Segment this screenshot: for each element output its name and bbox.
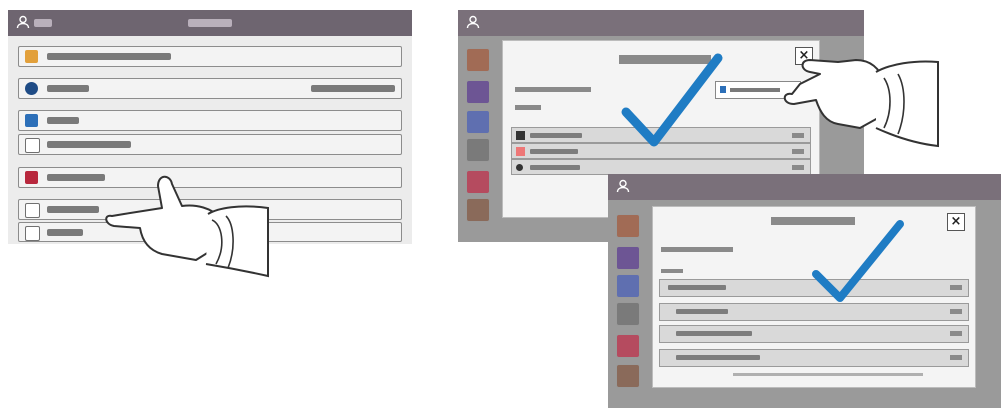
- menu-row[interactable]: [18, 134, 402, 155]
- list-row[interactable]: [659, 325, 969, 343]
- header-bar: [8, 10, 412, 36]
- app-tile[interactable]: [466, 110, 490, 134]
- menu-row[interactable]: [18, 78, 402, 99]
- copy-icon: [25, 138, 40, 153]
- checkmark-icon: [812, 220, 904, 302]
- document-icon: [25, 114, 38, 127]
- app-tile[interactable]: [466, 170, 490, 194]
- color-swatch: [516, 164, 523, 171]
- list-icon: [25, 203, 40, 218]
- app-tile[interactable]: [616, 274, 640, 298]
- app-tile[interactable]: [616, 302, 640, 326]
- pointing-hand-icon: [105, 175, 269, 278]
- user-icon[interactable]: [16, 15, 30, 29]
- app-tile[interactable]: [616, 246, 640, 270]
- app-tile[interactable]: [466, 138, 490, 162]
- header-bar: [608, 174, 1001, 200]
- app-tile[interactable]: [466, 48, 490, 72]
- user-icon[interactable]: [466, 15, 480, 29]
- app-tile[interactable]: [616, 364, 640, 388]
- checkmark-icon: [621, 53, 723, 147]
- folder-icon: [25, 171, 38, 184]
- color-swatch: [516, 147, 525, 156]
- header-title-placeholder: [188, 19, 232, 27]
- print-icon: [25, 226, 40, 241]
- menu-row[interactable]: [18, 110, 402, 131]
- wrench-icon: [25, 50, 38, 63]
- list-row[interactable]: [659, 349, 969, 367]
- color-swatch: [516, 131, 525, 140]
- list-row[interactable]: [511, 159, 811, 175]
- panel-dialog-2: ×: [608, 174, 1001, 408]
- user-name-placeholder: [34, 19, 52, 27]
- header-bar: [458, 10, 864, 36]
- app-tile[interactable]: [616, 334, 640, 358]
- gear-icon: [25, 82, 38, 95]
- app-tile[interactable]: [616, 214, 640, 238]
- pointing-hand-icon: [783, 59, 939, 148]
- user-icon[interactable]: [616, 179, 630, 193]
- footer-text-placeholder: [733, 373, 923, 376]
- menu-row[interactable]: [18, 46, 402, 67]
- app-tile[interactable]: [466, 80, 490, 104]
- app-tile[interactable]: [466, 198, 490, 222]
- close-button[interactable]: ×: [947, 213, 965, 231]
